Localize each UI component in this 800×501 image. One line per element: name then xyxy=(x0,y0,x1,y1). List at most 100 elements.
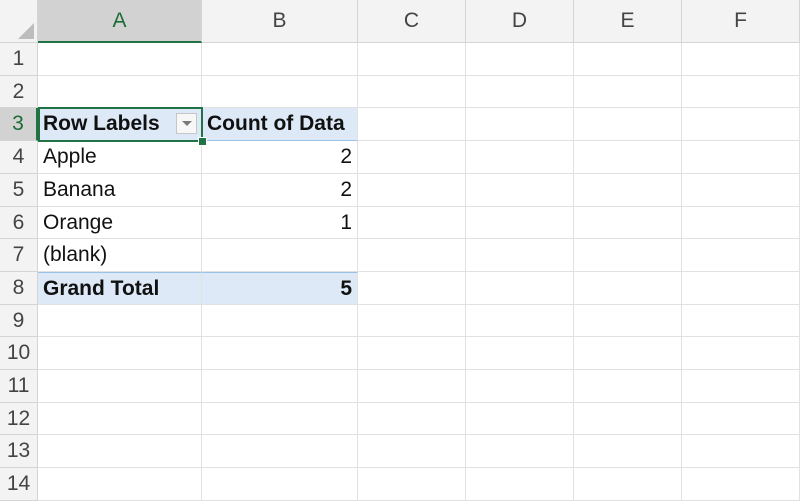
row-header-12[interactable]: 12 xyxy=(0,403,38,435)
cell-c9[interactable] xyxy=(358,305,466,337)
cell-b13[interactable] xyxy=(202,435,358,468)
cell-e7[interactable] xyxy=(574,239,682,272)
cell-a7[interactable]: (blank) xyxy=(38,239,202,272)
cell-c1[interactable] xyxy=(358,43,466,76)
column-header-b[interactable]: B xyxy=(202,0,358,43)
cell-a9[interactable] xyxy=(38,305,202,337)
cell-f1[interactable] xyxy=(682,43,800,76)
cell-f4[interactable] xyxy=(682,141,800,174)
cell-c2[interactable] xyxy=(358,76,466,108)
cell-c3[interactable] xyxy=(358,108,466,141)
cell-f14[interactable] xyxy=(682,468,800,501)
cell-a4[interactable]: Apple xyxy=(38,141,202,174)
cell-e9[interactable] xyxy=(574,305,682,337)
cell-f9[interactable] xyxy=(682,305,800,337)
cell-c13[interactable] xyxy=(358,435,466,468)
cell-a10[interactable] xyxy=(38,337,202,370)
row-header-9[interactable]: 9 xyxy=(0,305,38,337)
column-header-f[interactable]: F xyxy=(682,0,800,43)
cell-a5[interactable]: Banana xyxy=(38,174,202,207)
cell-f10[interactable] xyxy=(682,337,800,370)
row-header-7[interactable]: 7 xyxy=(0,239,38,272)
cell-e2[interactable] xyxy=(574,76,682,108)
cell-e6[interactable] xyxy=(574,207,682,239)
cell-c7[interactable] xyxy=(358,239,466,272)
cell-a6[interactable]: Orange xyxy=(38,207,202,239)
cell-a14[interactable] xyxy=(38,468,202,501)
cell-e3[interactable] xyxy=(574,108,682,141)
cell-a13[interactable] xyxy=(38,435,202,468)
cell-b5[interactable]: 2 xyxy=(202,174,358,207)
cell-e8[interactable] xyxy=(574,272,682,305)
cell-c5[interactable] xyxy=(358,174,466,207)
cell-b12[interactable] xyxy=(202,403,358,435)
cell-d1[interactable] xyxy=(466,43,574,76)
cell-a3[interactable]: Row Labels xyxy=(38,108,202,141)
row-header-14[interactable]: 14 xyxy=(0,468,38,501)
cell-c8[interactable] xyxy=(358,272,466,305)
row-header-3[interactable]: 3 xyxy=(0,108,38,141)
row-header-5[interactable]: 5 xyxy=(0,174,38,207)
row-header-1[interactable]: 1 xyxy=(0,43,38,76)
row-header-10[interactable]: 10 xyxy=(0,337,38,370)
cell-d6[interactable] xyxy=(466,207,574,239)
cell-c11[interactable] xyxy=(358,370,466,403)
cell-e13[interactable] xyxy=(574,435,682,468)
cell-b2[interactable] xyxy=(202,76,358,108)
cell-c6[interactable] xyxy=(358,207,466,239)
cell-e1[interactable] xyxy=(574,43,682,76)
row-labels-filter-button[interactable] xyxy=(176,113,197,134)
cell-e12[interactable] xyxy=(574,403,682,435)
cell-b6[interactable]: 1 xyxy=(202,207,358,239)
column-header-c[interactable]: C xyxy=(358,0,466,43)
row-header-6[interactable]: 6 xyxy=(0,207,38,239)
cell-b9[interactable] xyxy=(202,305,358,337)
cell-d9[interactable] xyxy=(466,305,574,337)
cell-e4[interactable] xyxy=(574,141,682,174)
row-header-11[interactable]: 11 xyxy=(0,370,38,403)
row-header-13[interactable]: 13 xyxy=(0,435,38,468)
cell-f8[interactable] xyxy=(682,272,800,305)
cell-c12[interactable] xyxy=(358,403,466,435)
cell-d7[interactable] xyxy=(466,239,574,272)
cell-a2[interactable] xyxy=(38,76,202,108)
cell-d2[interactable] xyxy=(466,76,574,108)
cell-b8[interactable]: 5 xyxy=(202,272,358,305)
cell-d4[interactable] xyxy=(466,141,574,174)
cell-b3[interactable]: Count of Data xyxy=(202,108,358,141)
cell-d8[interactable] xyxy=(466,272,574,305)
fill-handle[interactable] xyxy=(198,137,207,146)
cell-d5[interactable] xyxy=(466,174,574,207)
cell-e10[interactable] xyxy=(574,337,682,370)
cell-f13[interactable] xyxy=(682,435,800,468)
column-header-e[interactable]: E xyxy=(574,0,682,43)
row-header-4[interactable]: 4 xyxy=(0,141,38,174)
cell-d14[interactable] xyxy=(466,468,574,501)
cell-e5[interactable] xyxy=(574,174,682,207)
cell-c10[interactable] xyxy=(358,337,466,370)
cell-f7[interactable] xyxy=(682,239,800,272)
cell-c14[interactable] xyxy=(358,468,466,501)
cell-e11[interactable] xyxy=(574,370,682,403)
cell-c4[interactable] xyxy=(358,141,466,174)
cell-a11[interactable] xyxy=(38,370,202,403)
column-header-d[interactable]: D xyxy=(466,0,574,43)
select-all-button[interactable] xyxy=(0,0,38,43)
cell-a1[interactable] xyxy=(38,43,202,76)
cell-a12[interactable] xyxy=(38,403,202,435)
cell-f11[interactable] xyxy=(682,370,800,403)
cell-f6[interactable] xyxy=(682,207,800,239)
cell-a8[interactable]: Grand Total xyxy=(38,272,202,305)
row-header-2[interactable]: 2 xyxy=(0,76,38,108)
cell-d10[interactable] xyxy=(466,337,574,370)
column-header-a[interactable]: A xyxy=(38,0,202,43)
cell-d3[interactable] xyxy=(466,108,574,141)
cell-b1[interactable] xyxy=(202,43,358,76)
cell-f3[interactable] xyxy=(682,108,800,141)
cell-b14[interactable] xyxy=(202,468,358,501)
cell-b11[interactable] xyxy=(202,370,358,403)
cell-d13[interactable] xyxy=(466,435,574,468)
cell-e14[interactable] xyxy=(574,468,682,501)
row-header-8[interactable]: 8 xyxy=(0,272,38,305)
cell-d12[interactable] xyxy=(466,403,574,435)
